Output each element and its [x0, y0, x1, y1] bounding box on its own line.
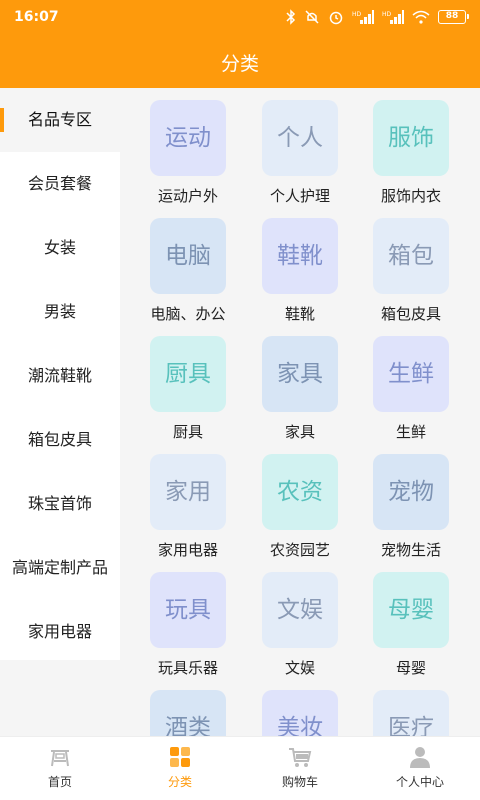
tab-category[interactable]: 分类 — [120, 737, 240, 800]
category-label: 母婴 — [395, 659, 426, 677]
category-label: 玩具乐器 — [157, 659, 218, 677]
status-bar: 16:07 HD HD 88 — [0, 0, 480, 34]
sidebar-item-mens-wear[interactable]: 男装 — [0, 280, 120, 344]
category-tile: 家具 — [262, 336, 338, 412]
sidebar-item-membership[interactable]: 会员套餐 — [0, 152, 120, 216]
category-tile: 文娱 — [262, 572, 338, 648]
category-tile: 服饰 — [373, 100, 449, 176]
category-label: 箱包皮具 — [380, 305, 441, 323]
category-item[interactable]: 家用 家用电器 — [138, 442, 238, 560]
category-label: 运动户外 — [157, 187, 218, 205]
category-item[interactable]: 美妆 — [250, 678, 350, 736]
category-sidebar: 名品专区 会员套餐 女装 男装 潮流鞋靴 箱包皮具 珠宝首饰 高端定制产品 家用… — [0, 88, 120, 660]
category-item[interactable]: 玩具 玩具乐器 — [138, 560, 238, 678]
category-label: 鞋靴 — [284, 305, 315, 323]
category-item[interactable]: 厨具 厨具 — [138, 324, 238, 442]
category-label: 宠物生活 — [380, 541, 441, 559]
sidebar-item-appliances[interactable]: 家用电器 — [0, 600, 120, 664]
category-label: 服饰内衣 — [380, 187, 441, 205]
svg-text:HD: HD — [352, 11, 362, 18]
sidebar-item-bags[interactable]: 箱包皮具 — [0, 408, 120, 472]
category-tile: 电脑 — [150, 218, 226, 294]
sidebar-item-custom[interactable]: 高端定制产品 — [0, 536, 120, 600]
signal-icon: HD — [352, 10, 374, 24]
category-tile: 厨具 — [150, 336, 226, 412]
status-icons: HD HD 88 — [286, 8, 469, 26]
category-label: 家用电器 — [157, 541, 218, 559]
category-label: 农资园艺 — [269, 541, 330, 559]
category-tile: 母婴 — [373, 572, 449, 648]
category-item[interactable]: 运动 运动户外 — [138, 88, 238, 206]
category-item[interactable]: 电脑 电脑、办公 — [138, 206, 238, 324]
category-tile: 运动 — [150, 100, 226, 176]
app-header: 16:07 HD HD 88 分类 — [0, 0, 480, 88]
wifi-icon — [412, 10, 430, 24]
page-title: 分类 — [220, 53, 259, 75]
tab-label: 首页 — [47, 775, 72, 789]
status-time: 16:07 — [14, 9, 59, 25]
category-item[interactable]: 医疗 — [361, 678, 461, 736]
category-item[interactable]: 酒类 — [138, 678, 238, 736]
home-icon — [51, 750, 69, 767]
category-tile: 箱包 — [373, 218, 449, 294]
category-item[interactable]: 文娱 文娱 — [250, 560, 350, 678]
category-tile: 玩具 — [150, 572, 226, 648]
category-label: 个人护理 — [269, 187, 330, 205]
category-label: 生鲜 — [395, 423, 426, 441]
signal-icon-2: HD — [382, 10, 404, 24]
bottom-tab-bar: 首页 分类 购物车 个人中心 — [0, 736, 480, 800]
category-item[interactable]: 生鲜 生鲜 — [361, 324, 461, 442]
svg-text:HD: HD — [382, 11, 392, 18]
tab-profile[interactable]: 个人中心 — [360, 737, 480, 800]
cart-icon — [289, 748, 312, 767]
category-label: 电脑、办公 — [150, 305, 226, 323]
sidebar-item-womens-wear[interactable]: 女装 — [0, 216, 120, 280]
category-item[interactable]: 宠物 宠物生活 — [361, 442, 461, 560]
category-label: 文娱 — [284, 659, 315, 677]
category-item[interactable]: 服饰 服饰内衣 — [361, 88, 461, 206]
sidebar-item-shoes[interactable]: 潮流鞋靴 — [0, 344, 120, 408]
category-label: 厨具 — [172, 423, 203, 441]
category-tile: 家用 — [150, 454, 226, 530]
mute-icon — [305, 10, 319, 24]
tab-home[interactable]: 首页 — [0, 737, 120, 800]
category-label: 家具 — [284, 423, 315, 441]
category-tile: 生鲜 — [373, 336, 449, 412]
category-item[interactable]: 母婴 母婴 — [361, 560, 461, 678]
sidebar-item-jewelry[interactable]: 珠宝首饰 — [0, 472, 120, 536]
user-icon — [410, 747, 430, 768]
category-item[interactable]: 箱包 箱包皮具 — [361, 206, 461, 324]
category-tile: 宠物 — [373, 454, 449, 530]
category-tile: 美妆 — [262, 690, 338, 736]
alarm-icon — [329, 11, 343, 25]
sidebar-item-featured[interactable]: 名品专区 — [0, 88, 120, 152]
category-tile: 酒类 — [150, 690, 226, 736]
category-grid: 运动 运动户外 个人 个人护理 服饰 服饰内衣 电脑 电脑、办公 鞋靴 鞋靴 箱… — [120, 88, 480, 736]
category-item[interactable]: 个人 个人护理 — [250, 88, 350, 206]
category-icon — [170, 747, 190, 767]
category-item[interactable]: 家具 家具 — [250, 324, 350, 442]
tab-cart[interactable]: 购物车 — [240, 737, 360, 800]
category-tile: 农资 — [262, 454, 338, 530]
category-tile: 个人 — [262, 100, 338, 176]
category-tile: 鞋靴 — [262, 218, 338, 294]
tab-label: 分类 — [167, 775, 192, 789]
bluetooth-icon — [286, 9, 296, 25]
tab-label: 个人中心 — [395, 775, 444, 789]
category-tile: 医疗 — [373, 690, 449, 736]
tab-label: 购物车 — [281, 775, 318, 789]
battery-indicator: 88 — [438, 10, 469, 24]
category-item[interactable]: 农资 农资园艺 — [250, 442, 350, 560]
category-item[interactable]: 鞋靴 鞋靴 — [250, 206, 350, 324]
